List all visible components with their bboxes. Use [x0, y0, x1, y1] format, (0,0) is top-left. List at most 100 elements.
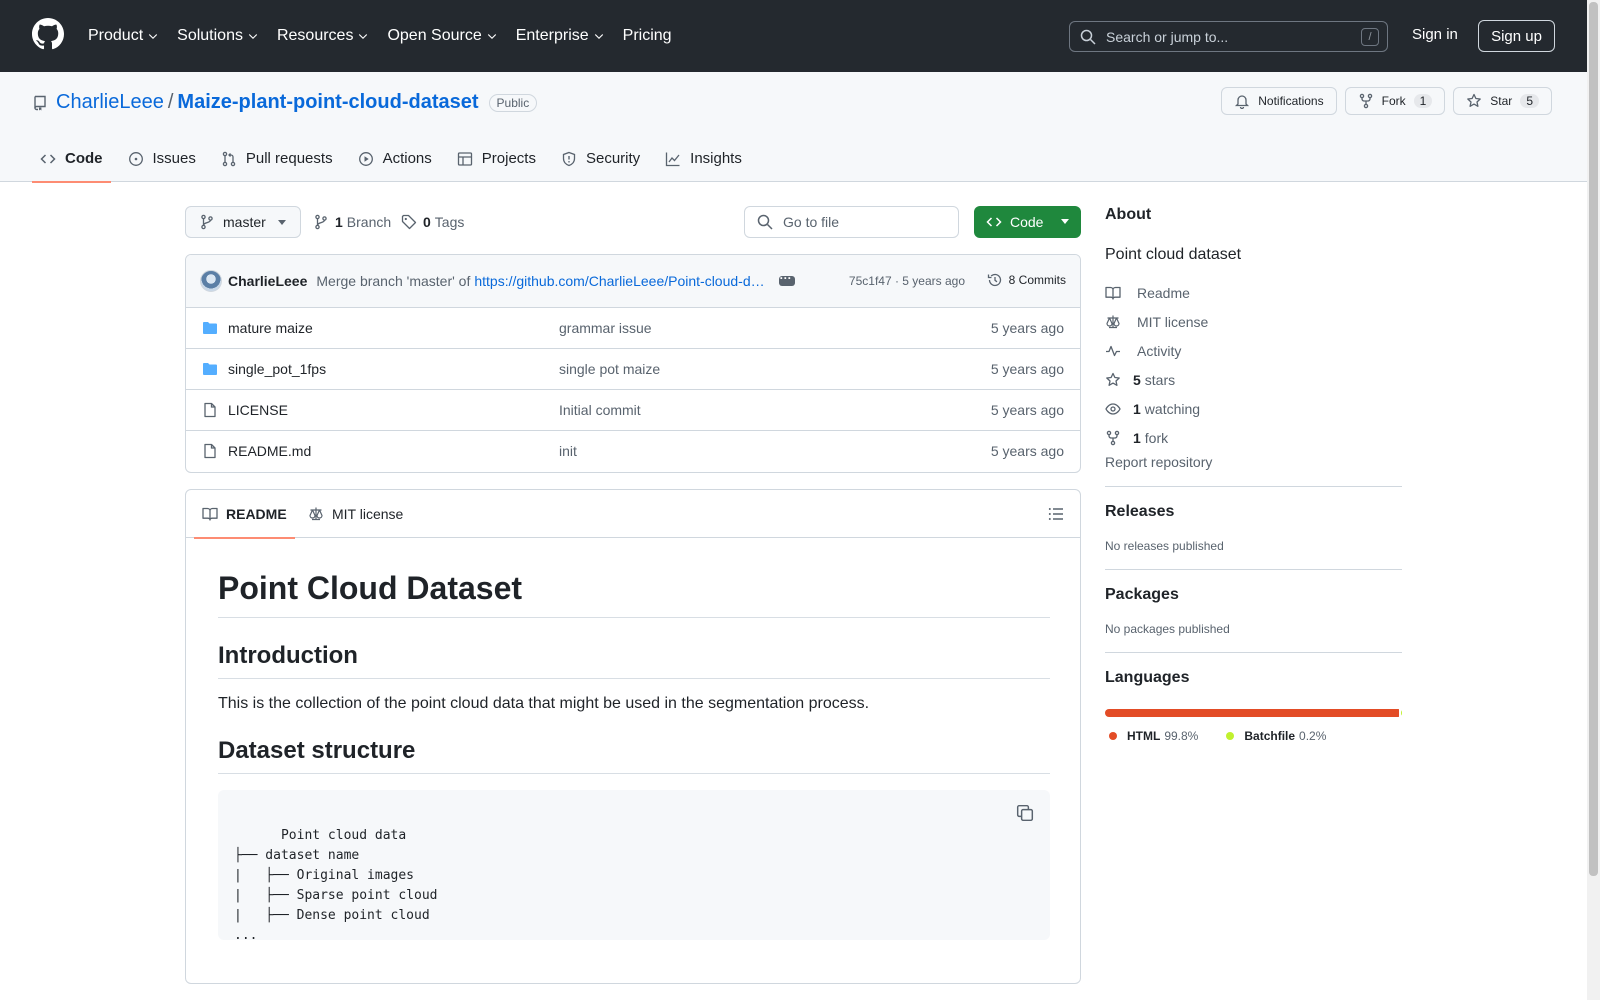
sidebar-item-label: fork: [1144, 429, 1169, 446]
file-commit-message[interactable]: single pot maize: [559, 361, 660, 377]
language-percent: 99.8%: [1164, 729, 1199, 743]
nav-open-source[interactable]: Open Source: [387, 27, 497, 45]
file-name[interactable]: LICENSE: [228, 402, 288, 418]
tab-pull-requests[interactable]: Pull requests: [213, 135, 341, 182]
nav-label: Enterprise: [515, 27, 589, 44]
commits-link[interactable]: 8 Commits: [987, 272, 1066, 288]
star-button[interactable]: Star 5: [1453, 87, 1552, 115]
file-name[interactable]: README.md: [228, 443, 311, 459]
branch-icon: [315, 214, 327, 230]
fork-button[interactable]: Fork 1: [1344, 87, 1446, 115]
nav-product[interactable]: Product: [88, 27, 159, 45]
latest-commit: CharlieLeee Merge branch 'master' of http…: [186, 255, 1080, 308]
tab-actions[interactable]: Actions: [350, 135, 440, 182]
code-dropdown-button[interactable]: Code: [974, 206, 1081, 238]
sidebar-item-forks[interactable]: 1 fork: [1105, 423, 1402, 452]
go-to-file-input[interactable]: Go to file: [744, 206, 959, 238]
file-row[interactable]: LICENSE Initial commit 5 years ago: [186, 390, 1080, 431]
github-logo-icon[interactable]: [32, 18, 64, 50]
table-of-contents-icon[interactable]: [1048, 506, 1064, 522]
commit-meta[interactable]: 75c1f47 · 5 years ago: [849, 274, 965, 288]
language-item-html[interactable]: HTML 99.8%: [1105, 729, 1198, 743]
page-scrollbar[interactable]: [1587, 0, 1600, 1000]
law-icon: [309, 507, 323, 521]
nav-solutions[interactable]: Solutions: [177, 27, 259, 45]
chevron-down-icon: [148, 34, 158, 40]
fork-count: 1: [1413, 94, 1433, 108]
sidebar-item-license[interactable]: MIT license: [1105, 307, 1402, 336]
sidebar-item-label: Activity: [1137, 342, 1182, 359]
visibility-badge: Public: [488, 93, 538, 112]
search-icon: [1080, 29, 1096, 45]
file-commit-message[interactable]: grammar issue: [559, 320, 652, 336]
branch-name: master: [223, 214, 266, 230]
repo-owner-link[interactable]: CharlieLeee: [56, 91, 164, 114]
repo-name-link[interactable]: Maize-plant-point-cloud-dataset: [177, 91, 478, 114]
commit-message: Merge branch 'master' of https://github.c…: [316, 273, 764, 289]
copy-icon[interactable]: [1016, 804, 1034, 822]
branches-link[interactable]: 1 Branch: [313, 206, 391, 238]
sign-in-link[interactable]: Sign in: [1412, 26, 1458, 43]
file-row[interactable]: README.md init 5 years ago: [186, 431, 1080, 472]
tab-label: Insights: [690, 150, 742, 167]
commit-message-link[interactable]: https://github.com/CharlieLeee/Point-clo…: [474, 273, 764, 289]
readme-tabs: README MIT license: [186, 490, 1080, 539]
tag-icon: [401, 214, 417, 230]
tab-code[interactable]: Code: [32, 135, 111, 183]
file-row[interactable]: single_pot_1fps single pot maize 5 years…: [186, 349, 1080, 390]
tab-label: Pull requests: [245, 150, 333, 167]
pull-request-icon: [222, 151, 236, 166]
file-row[interactable]: mature maize grammar issue 5 years ago: [186, 308, 1080, 349]
star-icon: [1106, 372, 1120, 386]
sign-up-button[interactable]: Sign up: [1478, 20, 1555, 52]
tab-insights[interactable]: Insights: [657, 135, 750, 182]
sidebar-item-stars[interactable]: 5 stars: [1105, 365, 1402, 394]
code-icon: [40, 153, 56, 164]
tab-issues[interactable]: Issues: [120, 135, 204, 182]
commit-author[interactable]: CharlieLeee: [228, 273, 307, 289]
tags-link[interactable]: 0 Tags: [401, 206, 464, 238]
languages-heading: Languages: [1105, 669, 1190, 686]
file-commit-message[interactable]: Initial commit: [559, 402, 641, 418]
file-date: 5 years ago: [990, 443, 1064, 459]
nav-resources[interactable]: Resources: [277, 27, 369, 45]
avatar[interactable]: [200, 270, 222, 292]
repository-header: CharlieLeee / Maize-plant-point-cloud-da…: [0, 72, 1587, 183]
branch-selector[interactable]: master: [185, 206, 301, 238]
sidebar-item-watching[interactable]: 1 watching: [1105, 394, 1402, 423]
fork-icon: [1359, 93, 1372, 109]
tag-label: Tags: [434, 214, 465, 230]
scrollbar-thumb[interactable]: [1589, 2, 1598, 876]
notifications-button[interactable]: Notifications: [1221, 87, 1337, 115]
repo-description: Point cloud dataset: [1105, 246, 1242, 263]
file-name[interactable]: single_pot_1fps: [228, 361, 326, 377]
sidebar-item-count: 5: [1133, 371, 1141, 388]
caret-down-icon: [278, 220, 286, 225]
nav-label: Product: [88, 27, 144, 44]
search-input[interactable]: Search or jump to... /: [1069, 21, 1388, 52]
sidebar-item-activity[interactable]: Activity: [1105, 336, 1402, 365]
top-navigation: Product Solutions Resources Open Source …: [88, 0, 690, 72]
language-percent: 0.2%: [1299, 729, 1327, 743]
file-commit-message[interactable]: init: [559, 443, 577, 459]
nav-pricing[interactable]: Pricing: [623, 27, 672, 45]
bell-icon: [1235, 95, 1250, 109]
language-item-batchfile[interactable]: Batchfile 0.2%: [1222, 729, 1326, 743]
releases-heading[interactable]: Releases: [1105, 503, 1402, 521]
nav-enterprise[interactable]: Enterprise: [516, 27, 605, 45]
expand-commit-button[interactable]: [778, 271, 795, 286]
repo-title: CharlieLeee / Maize-plant-point-cloud-da…: [32, 91, 538, 114]
sidebar-item-label: watching: [1144, 400, 1201, 417]
file-icon: [204, 443, 216, 459]
folder-icon: [203, 322, 217, 334]
tab-projects[interactable]: Projects: [449, 135, 544, 182]
tab-license[interactable]: MIT license: [300, 490, 411, 538]
tab-readme[interactable]: README: [194, 490, 295, 539]
tab-security[interactable]: Security: [553, 135, 648, 182]
sidebar-item-readme[interactable]: Readme: [1105, 278, 1402, 307]
file-name[interactable]: mature maize: [228, 320, 313, 336]
report-repository-link[interactable]: Report repository: [1105, 454, 1402, 470]
sidebar-item-label: stars: [1144, 371, 1176, 388]
packages-heading[interactable]: Packages: [1105, 586, 1402, 604]
go-to-file-placeholder: Go to file: [783, 214, 840, 230]
